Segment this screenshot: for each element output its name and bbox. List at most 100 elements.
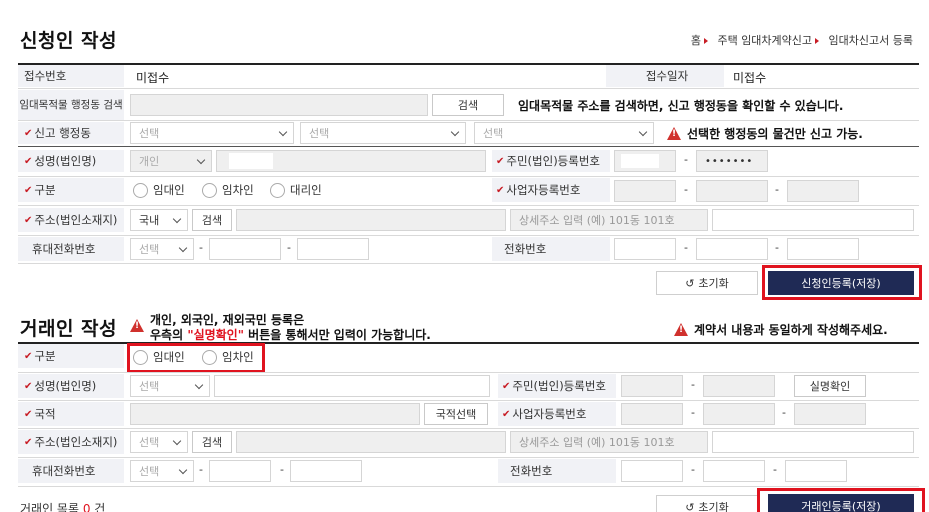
breadcrumb-home[interactable]: 홈: [691, 34, 701, 47]
cp-business-no-1-input[interactable]: [621, 403, 683, 425]
dash: -: [287, 241, 291, 254]
dash: -: [775, 183, 779, 196]
resident-no-back-input[interactable]: •••••••: [696, 150, 768, 172]
receipt-date-label: 접수일자: [606, 65, 724, 87]
breadcrumb: 홈 주택 임대차계약신고 임대차신고서 등록: [691, 32, 913, 48]
dash: -: [782, 406, 786, 419]
highlight-box: [127, 343, 265, 373]
real-name-verify-button[interactable]: 실명확인: [794, 375, 866, 397]
chevron-down-icon: [450, 127, 460, 137]
cp-reset-button[interactable]: ↺ 초기화: [656, 495, 758, 512]
applicant-name-input[interactable]: [216, 150, 486, 172]
counterparty-section-title: 거래인 작성: [20, 318, 118, 340]
dash: -: [773, 463, 777, 476]
dash: -: [280, 463, 284, 476]
cp-phone-2-input[interactable]: [703, 460, 765, 482]
business-no-1-input[interactable]: [614, 180, 676, 202]
property-address-input[interactable]: [130, 94, 428, 116]
receipt-no-value: 미접수: [136, 71, 170, 85]
phone-2-input[interactable]: [696, 238, 768, 260]
warning-icon: [674, 323, 688, 336]
required-check-icon: ✔: [24, 155, 33, 167]
cp-phone-3-input[interactable]: [785, 460, 847, 482]
cp-person-type-select[interactable]: 선택: [130, 375, 210, 397]
cp-mobile-last-input[interactable]: [290, 460, 362, 482]
business-no-3-input[interactable]: [787, 180, 859, 202]
cp-business-no-3-input[interactable]: [794, 403, 866, 425]
nationality-select-button[interactable]: 국적선택: [424, 403, 488, 425]
radio-lessee[interactable]: 임차인: [202, 182, 254, 198]
receipt-date-value: 미접수: [733, 71, 767, 85]
address-input[interactable]: [236, 209, 506, 231]
radio-circle[interactable]: [133, 182, 148, 198]
dash: -: [684, 183, 688, 196]
cp-resident-no-back-input[interactable]: [703, 375, 775, 397]
cp-address-search-button[interactable]: 검색: [192, 431, 232, 453]
breadcrumb-level1[interactable]: 주택 임대차계약신고: [717, 34, 812, 47]
applicant-reset-button[interactable]: ↺ 초기화: [656, 271, 758, 295]
sido-select[interactable]: 선택: [130, 122, 294, 144]
cp-type-label: ✔ 구분: [18, 344, 124, 368]
dash: -: [775, 241, 779, 254]
dong-select[interactable]: 선택: [474, 122, 654, 144]
cp-detail-address-input[interactable]: 상세주소 입력 (예) 101동 101호: [510, 431, 708, 453]
address-label: ✔ 주소(법인소재지): [18, 208, 124, 232]
report-dong-label: ✔ 신고 행정동: [18, 122, 124, 144]
cp-name-label: ✔ 성명(법인명): [18, 374, 124, 398]
business-no-2-input[interactable]: [696, 180, 768, 202]
person-type-select[interactable]: 개인: [130, 150, 212, 172]
type-label: ✔ 구분: [18, 178, 124, 202]
dash: -: [691, 378, 695, 391]
counterparty-list-label: 거래인 목록 0 건: [20, 502, 106, 512]
dong-notice: 선택한 행정동의 물건만 신고 가능.: [667, 125, 863, 142]
radio-agent[interactable]: 대리인: [270, 182, 322, 198]
required-check-icon: ✔: [502, 380, 511, 392]
cp-resident-no-label: ✔ 주민(법인)등록번호: [498, 374, 616, 398]
notice-line2: 우측의 "실명확인" 버튼을 통해서만 입력이 가능합니다.: [150, 328, 431, 342]
mobile-mid-input[interactable]: [209, 238, 281, 260]
resident-no-label: ✔ 주민(법인)등록번호: [492, 150, 610, 172]
radio-lessor[interactable]: 임대인: [133, 182, 185, 198]
cp-mobile-prefix-select[interactable]: 선택: [130, 460, 194, 482]
counterparty-notice: 개인, 외국인, 재외국민 등록은 우측의 "실명확인" 버튼을 통해서만 입력…: [130, 313, 431, 343]
domestic-select[interactable]: 국내: [130, 209, 188, 231]
address-extra-input[interactable]: [712, 209, 914, 231]
dash: -: [684, 153, 688, 166]
property-search-label: 임대목적물 행정동 검색: [18, 90, 124, 120]
mobile-prefix-select[interactable]: 선택: [130, 238, 194, 260]
resident-no-front-input[interactable]: [614, 150, 676, 172]
business-no-label: ✔ 사업자등록번호: [492, 178, 610, 202]
cp-business-no-2-input[interactable]: [703, 403, 775, 425]
mobile-last-input[interactable]: [297, 238, 369, 260]
required-check-icon: ✔: [24, 184, 33, 196]
cp-address-input[interactable]: [236, 431, 506, 453]
mobile-label: 휴대전화번호: [18, 237, 124, 261]
phone-1-input[interactable]: [614, 238, 676, 260]
warning-icon: [667, 127, 681, 140]
cp-address-extra-input[interactable]: [712, 431, 914, 453]
property-search-button[interactable]: 검색: [432, 94, 504, 116]
chevron-down-icon: [638, 127, 648, 137]
cp-mobile-mid-input[interactable]: [209, 460, 271, 482]
sigungu-select[interactable]: 선택: [300, 122, 466, 144]
applicant-section-title: 신청인 작성: [20, 30, 118, 52]
radio-circle[interactable]: [270, 182, 285, 198]
contract-notice: 계약서 내용과 동일하게 작성해주세요.: [674, 321, 888, 338]
breadcrumb-level2[interactable]: 임대차신고서 등록: [829, 34, 913, 47]
chevron-down-icon: [178, 465, 188, 475]
chevron-down-icon: [194, 380, 204, 390]
cp-name-input[interactable]: [214, 375, 490, 397]
detail-address-input[interactable]: 상세주소 입력 (예) 101동 101호: [510, 209, 708, 231]
cp-phone-1-input[interactable]: [621, 460, 683, 482]
cp-phone-label: 전화번호: [498, 459, 616, 483]
chevron-down-icon: [172, 214, 182, 224]
breadcrumb-arrow-icon: [703, 37, 708, 44]
chevron-down-icon: [172, 436, 182, 446]
radio-circle[interactable]: [202, 182, 217, 198]
highlight-box: [762, 265, 922, 300]
nationality-input[interactable]: [130, 403, 420, 425]
cp-domestic-select[interactable]: 선택: [130, 431, 188, 453]
address-search-button[interactable]: 검색: [192, 209, 232, 231]
phone-3-input[interactable]: [787, 238, 859, 260]
cp-resident-no-front-input[interactable]: [621, 375, 683, 397]
